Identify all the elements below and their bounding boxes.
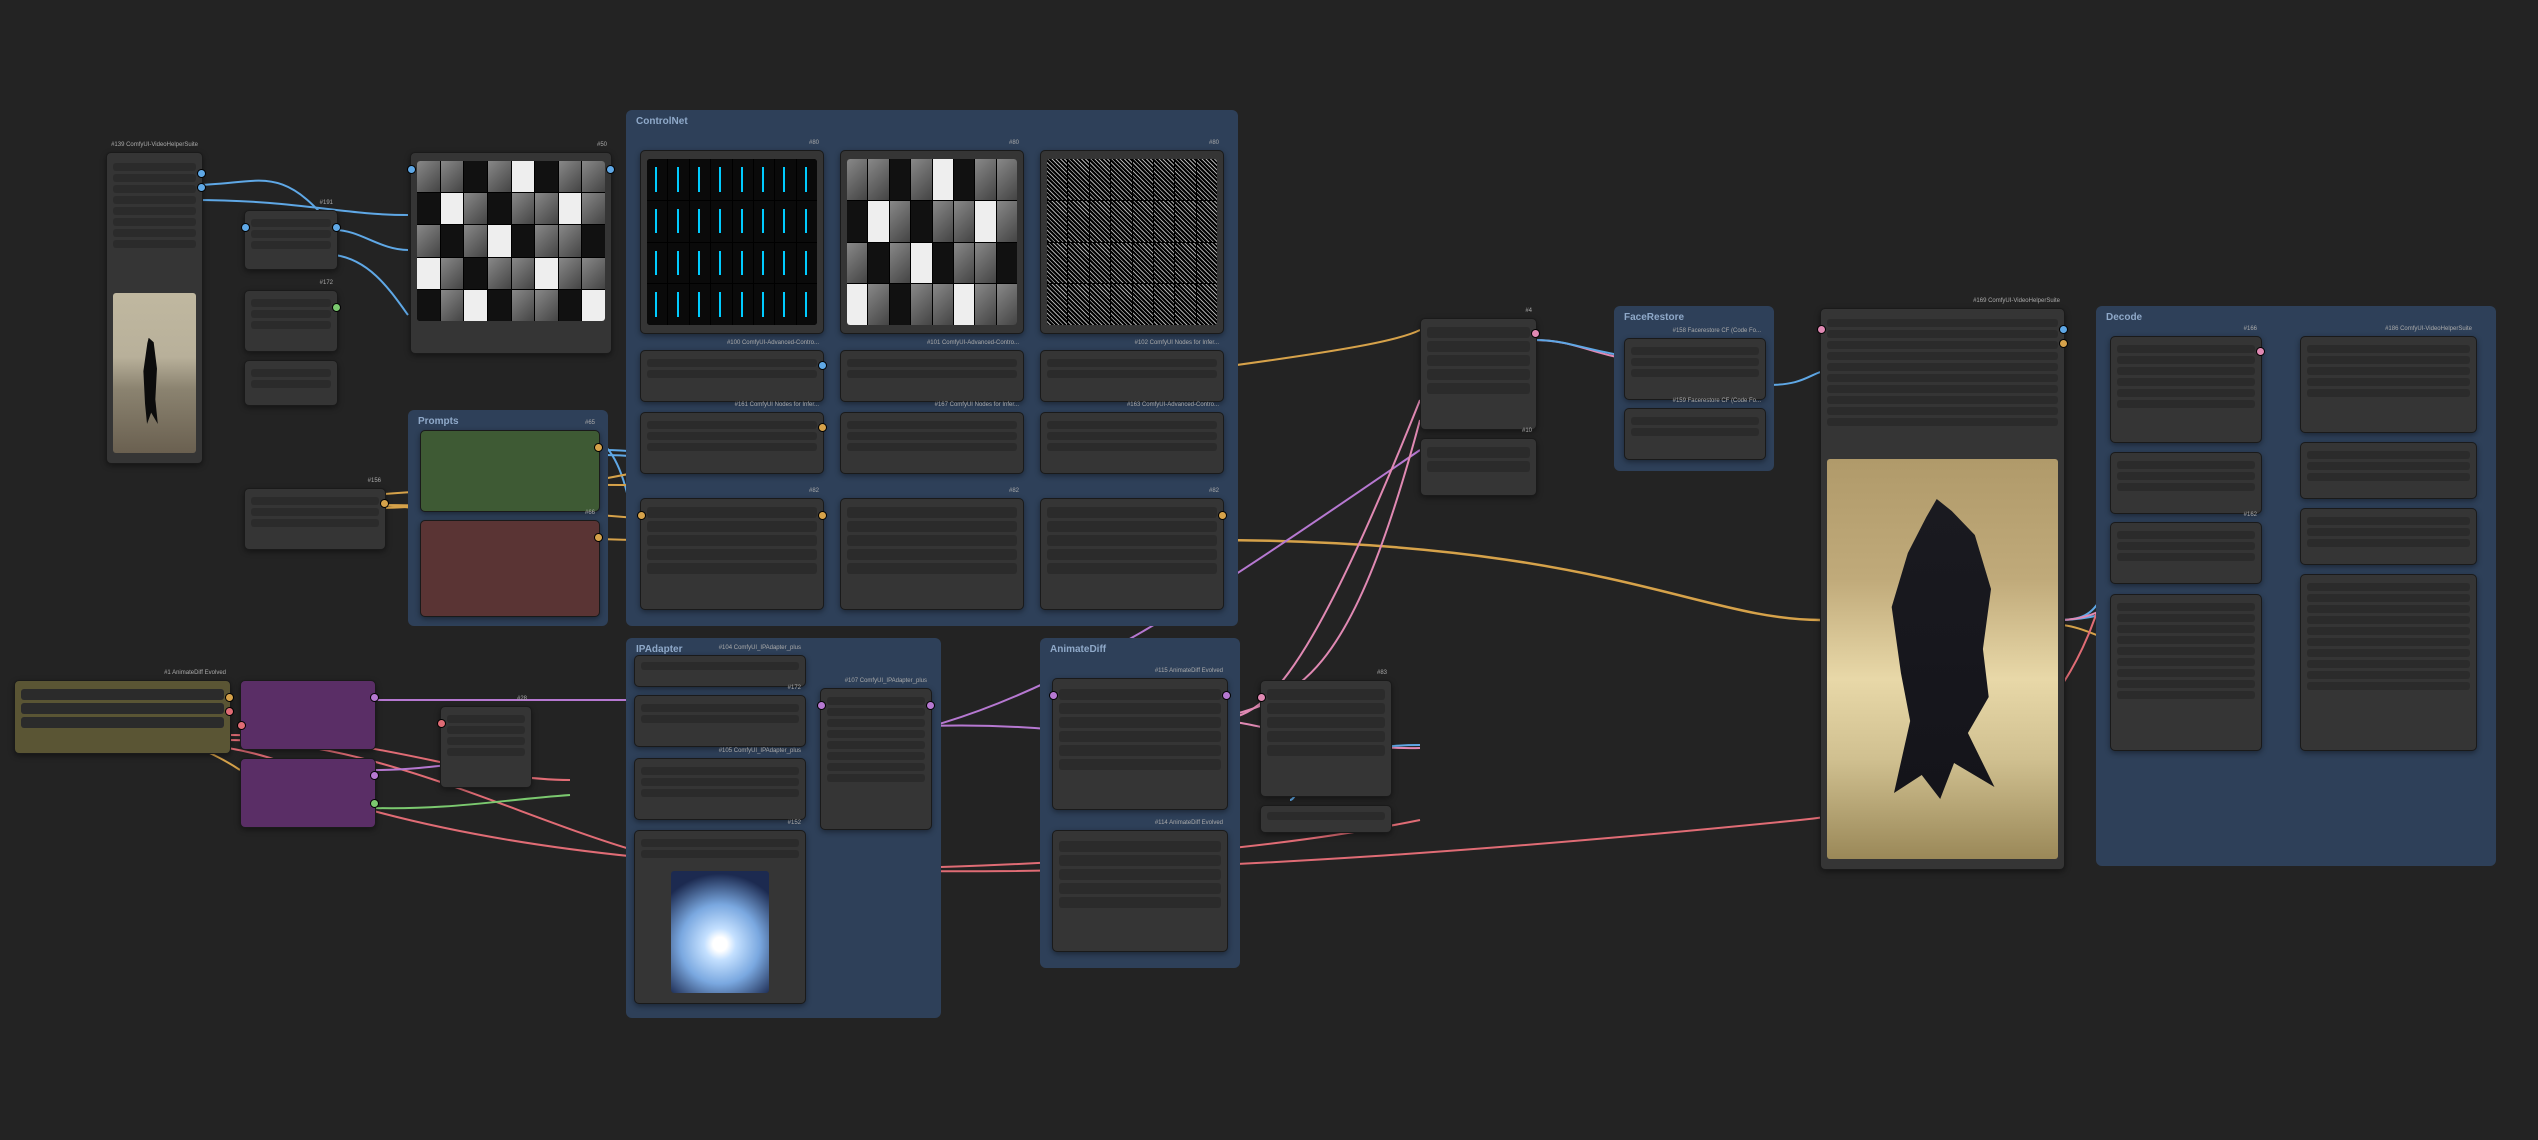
preview-reference — [671, 871, 769, 993]
group-title: IPAdapter — [636, 644, 683, 655]
node-1-animatediff[interactable]: #1 AnimateDiff Evolved — [14, 680, 231, 754]
node-101[interactable]: #101 ComfyUI-Advanced-Contro... — [840, 350, 1024, 402]
node-label: #158 Facerestore CF (Code Fo... — [1673, 328, 1761, 334]
node-83[interactable]: #83 — [1260, 680, 1392, 797]
node-label: #167 ComfyUI Nodes for Infer... — [935, 402, 1019, 408]
node-label: #80 — [1209, 140, 1219, 146]
node-label: #105 ComfyUI_IPAdapter_plus — [719, 748, 801, 754]
preview-output — [1827, 459, 2058, 859]
node-80c[interactable]: #80 — [1040, 150, 1224, 334]
node-10[interactable]: #10 — [1420, 438, 1537, 496]
node-115[interactable]: #115 AnimateDiff Evolved — [1052, 678, 1228, 810]
node-166b[interactable] — [2110, 452, 2262, 514]
node-159[interactable]: #159 Facerestore CF (Code Fo... — [1624, 408, 1766, 460]
node-label: #83 — [1377, 670, 1387, 676]
node-186c[interactable] — [2300, 508, 2477, 565]
node-102[interactable]: #102 ComfyUI Nodes for Infer... — [1040, 350, 1224, 402]
preview-pose — [647, 159, 817, 325]
node-186[interactable]: #186 ComfyUI-VideoHelperSuite — [2300, 336, 2477, 433]
group-title: Decode — [2106, 312, 2142, 323]
node-172c[interactable]: #172 — [634, 695, 806, 747]
node-163[interactable]: #163 ComfyUI-Advanced-Contro... — [1040, 412, 1224, 474]
node-50-imagegrid[interactable]: #50 — [410, 152, 612, 354]
node-152[interactable]: #152 — [634, 830, 806, 1004]
node-156[interactable]: #156 — [244, 488, 386, 550]
node-label: #107 ComfyUI_IPAdapter_plus — [845, 678, 927, 684]
node-label: #28 — [517, 696, 527, 702]
node-label: #1 AnimateDiff Evolved — [164, 670, 226, 676]
node-166[interactable]: #166 — [2110, 336, 2262, 443]
node-28[interactable]: #28 — [440, 706, 532, 788]
preview-frames — [417, 161, 605, 321]
node-loader-a[interactable] — [240, 680, 376, 750]
node-label: #80 — [809, 140, 819, 146]
node-105[interactable]: #105 ComfyUI_IPAdapter_plus — [634, 758, 806, 820]
node-label: #80 — [1009, 140, 1019, 146]
node-label: #66 — [585, 510, 595, 516]
preview-lineart — [1047, 159, 1217, 325]
node-label: #114 AnimateDiff Evolved — [1155, 820, 1223, 826]
node-dec3[interactable] — [2110, 594, 2262, 751]
node-output-preview[interactable]: #169 ComfyUI-VideoHelperSuite — [1820, 308, 2065, 870]
node-107[interactable]: #107 ComfyUI_IPAdapter_plus — [820, 688, 932, 830]
node-label: #4 — [1525, 308, 1532, 314]
node-4[interactable]: #4 — [1420, 318, 1537, 430]
node-label: #172 — [320, 280, 333, 286]
node-prompt-positive[interactable]: #65 — [420, 430, 600, 512]
node-label: #82 — [1009, 488, 1019, 494]
node-label: #10 — [1522, 428, 1532, 434]
node-label: #65 — [585, 420, 595, 426]
node-label: #169 ComfyUI-VideoHelperSuite — [1973, 298, 2060, 304]
node-label: #162 — [2244, 512, 2257, 518]
group-title: Prompts — [418, 416, 459, 427]
node-104[interactable]: #104 ComfyUI_IPAdapter_plus — [634, 655, 806, 687]
node-100[interactable]: #100 ComfyUI-Advanced-Contro... — [640, 350, 824, 402]
node-label: #82 — [809, 488, 819, 494]
node-loader-b[interactable] — [240, 758, 376, 828]
node-191[interactable]: #191 — [244, 210, 338, 270]
node-label: #163 ComfyUI-Advanced-Contro... — [1127, 402, 1219, 408]
group-title: FaceRestore — [1624, 312, 1684, 323]
node-video-load[interactable]: #139 ComfyUI-VideoHelperSuite — [106, 152, 203, 464]
node-162[interactable]: #162 — [2110, 522, 2262, 584]
node-label: #102 ComfyUI Nodes for Infer... — [1135, 340, 1219, 346]
node-label: #191 — [320, 200, 333, 206]
node-label: #166 — [2244, 326, 2257, 332]
node-172[interactable]: #172 — [244, 290, 338, 352]
node-label: #139 ComfyUI-VideoHelperSuite — [111, 142, 198, 148]
group-title: AnimateDiff — [1050, 644, 1106, 655]
node-158[interactable]: #158 Facerestore CF (Code Fo... — [1624, 338, 1766, 400]
node-82c[interactable]: #82 — [1040, 498, 1224, 610]
node-label: #172 — [788, 685, 801, 691]
node-label: #186 ComfyUI-VideoHelperSuite — [2385, 326, 2472, 332]
node-label: #100 ComfyUI-Advanced-Contro... — [727, 340, 819, 346]
preview-dancer — [113, 293, 196, 453]
node-label: #82 — [1209, 488, 1219, 494]
node-186b[interactable] — [2300, 442, 2477, 499]
node-167[interactable]: #167 ComfyUI Nodes for Infer... — [840, 412, 1024, 474]
node-label: #101 ComfyUI-Advanced-Contro... — [927, 340, 1019, 346]
node-label: #161 ComfyUI Nodes for Infer... — [735, 402, 819, 408]
node-label: #115 AnimateDiff Evolved — [1155, 668, 1223, 674]
node-83b[interactable] — [1260, 805, 1392, 833]
node-80a[interactable]: #80 — [640, 150, 824, 334]
node-label: #156 — [368, 478, 381, 484]
node-label: #159 Facerestore CF (Code Fo... — [1673, 398, 1761, 404]
node-label: #152 — [788, 820, 801, 826]
node-114[interactable]: #114 AnimateDiff Evolved — [1052, 830, 1228, 952]
node-82b[interactable]: #82 — [840, 498, 1024, 610]
node-label: #104 ComfyUI_IPAdapter_plus — [719, 645, 801, 651]
preview-depth — [847, 159, 1017, 325]
node-82a[interactable]: #82 — [640, 498, 824, 610]
group-title: ControlNet — [636, 116, 688, 127]
node-172b[interactable] — [244, 360, 338, 406]
node-prompt-negative[interactable]: #66 — [420, 520, 600, 617]
node-186d[interactable] — [2300, 574, 2477, 751]
node-161[interactable]: #161 ComfyUI Nodes for Infer... — [640, 412, 824, 474]
node-label: #50 — [597, 142, 607, 148]
node-80b[interactable]: #80 — [840, 150, 1024, 334]
